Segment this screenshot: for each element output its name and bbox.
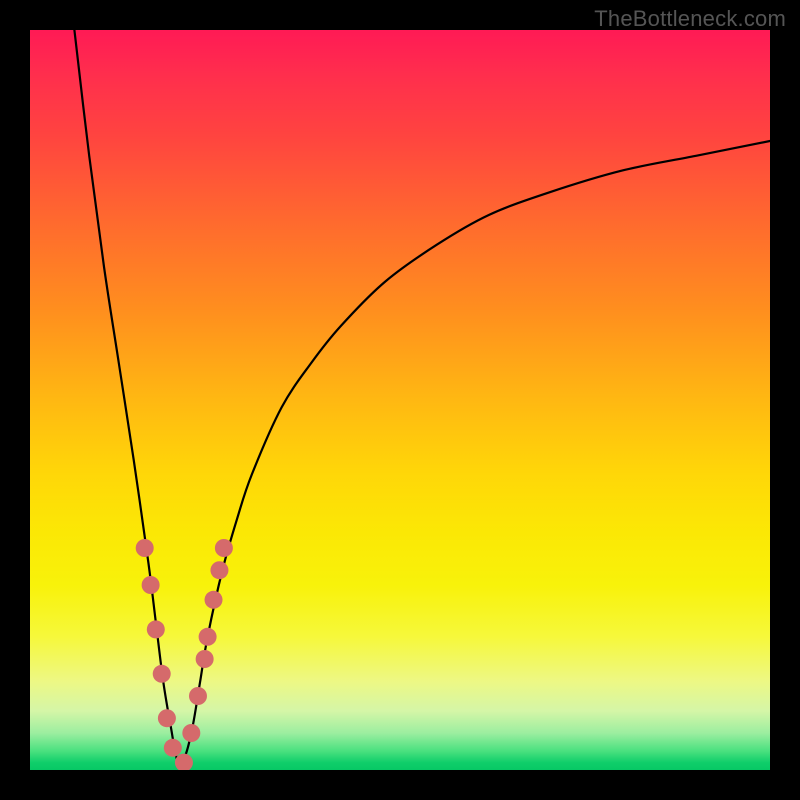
chart-frame: TheBottleneck.com (0, 0, 800, 800)
data-point (158, 709, 176, 727)
data-point (136, 539, 154, 557)
plot-area (30, 30, 770, 770)
data-point (199, 628, 217, 646)
data-point (189, 687, 207, 705)
data-point (142, 576, 160, 594)
data-point (196, 650, 214, 668)
bottleneck-curve (74, 30, 770, 764)
data-point (205, 591, 223, 609)
data-point (210, 561, 228, 579)
data-point (215, 539, 233, 557)
data-point (147, 620, 165, 638)
watermark-text: TheBottleneck.com (594, 6, 786, 32)
data-point (175, 754, 193, 770)
data-point (182, 724, 200, 742)
data-point (164, 739, 182, 757)
data-point (153, 665, 171, 683)
chart-svg (30, 30, 770, 770)
